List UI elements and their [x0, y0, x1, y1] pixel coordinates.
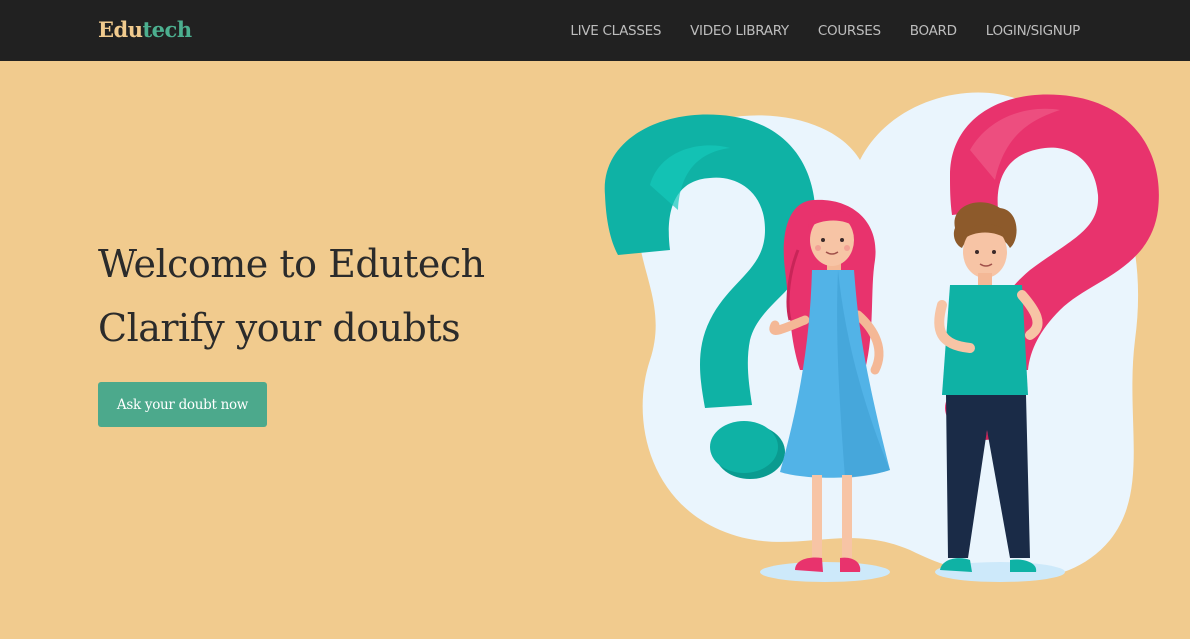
nav-live-classes[interactable]: LIVE CLASSES: [570, 23, 661, 39]
brand-part1: Edu: [98, 17, 143, 42]
nav-courses[interactable]: COURSES: [818, 23, 881, 39]
question-marks-illustration: [604, 92, 1159, 582]
nav-board[interactable]: BOARD: [910, 23, 957, 39]
nav-login-signup[interactable]: LOGIN/SIGNUP: [986, 23, 1081, 39]
nav-links: LIVE CLASSES VIDEO LIBRARY COURSES BOARD…: [570, 0, 1080, 61]
brand-logo[interactable]: Edutech: [98, 17, 192, 42]
navbar: Edutech LIVE CLASSES VIDEO LIBRARY COURS…: [0, 0, 1190, 61]
hero-subtitle: Clarify your doubts: [98, 306, 461, 350]
brand-part2: tech: [142, 17, 192, 42]
hero-title: Welcome to Edutech: [98, 242, 485, 286]
hero-text: Welcome to Edutech Clarify your doubts: [98, 232, 485, 360]
ask-doubt-button[interactable]: Ask your doubt now: [98, 382, 267, 427]
nav-video-library[interactable]: VIDEO LIBRARY: [690, 23, 789, 39]
